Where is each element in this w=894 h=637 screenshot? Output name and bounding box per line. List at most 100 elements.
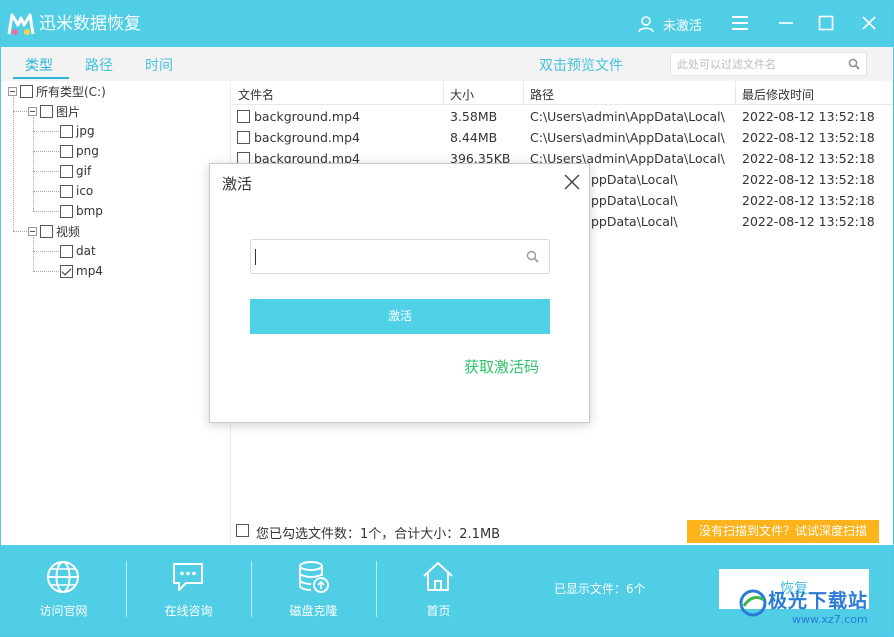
- maximize-icon: [818, 15, 834, 31]
- tree-checkbox[interactable]: [60, 204, 73, 218]
- table-row[interactable]: background.mp4 3.58MB C:\Users\admin\App…: [232, 106, 893, 127]
- database-icon: [299, 561, 329, 593]
- tree-checkbox[interactable]: [60, 164, 73, 178]
- tab-type[interactable]: 类型: [25, 55, 53, 75]
- column-divider[interactable]: [735, 81, 736, 105]
- activation-code-input[interactable]: [255, 248, 515, 266]
- tree-connector: [13, 111, 29, 112]
- tab-time[interactable]: 时间: [145, 55, 173, 75]
- cell-path: ppData\Local\: [591, 193, 678, 208]
- preview-file-link[interactable]: 双击预览文件: [539, 55, 623, 75]
- home-button[interactable]: 首页: [376, 545, 501, 636]
- tree-checkbox[interactable]: [60, 244, 73, 258]
- watermark-text: 极光下载站: [768, 590, 869, 612]
- tree-item-bmp[interactable]: bmp: [60, 202, 103, 220]
- visit-website-button[interactable]: 访问官网: [1, 545, 126, 636]
- column-divider[interactable]: [443, 81, 444, 105]
- column-header-path[interactable]: 路径: [530, 86, 554, 103]
- menu-icon: [732, 16, 748, 30]
- cell-modified: 2022-08-12 13:52:18: [742, 151, 875, 166]
- tree-item-png[interactable]: png: [60, 142, 99, 160]
- nav-label: 访问官网: [39, 604, 88, 618]
- table-row[interactable]: background.mp4 8.44MB C:\Users\admin\App…: [232, 127, 893, 148]
- home-icon: [423, 562, 453, 591]
- tree-group-video[interactable]: 视频: [28, 222, 80, 240]
- select-all-checkbox[interactable]: [236, 524, 249, 537]
- selection-summary: 您已勾选文件数：1个，合计大小：2.1MB: [256, 527, 501, 542]
- column-header-name[interactable]: 文件名: [238, 86, 274, 103]
- collapse-icon[interactable]: [28, 226, 37, 236]
- tree-checkbox[interactable]: [40, 224, 53, 238]
- dialog-title: 激活: [222, 175, 253, 193]
- row-checkbox[interactable]: [237, 131, 250, 144]
- filter-field[interactable]: [670, 52, 867, 76]
- close-button[interactable]: [858, 12, 880, 34]
- cell-modified: 2022-08-12 13:52:18: [742, 109, 875, 124]
- tree-connector: [33, 251, 59, 252]
- tree-root[interactable]: 所有类型(C:): [8, 82, 106, 100]
- get-activation-code-link[interactable]: 获取激活码: [464, 356, 539, 377]
- activate-button[interactable]: 激活: [250, 299, 550, 334]
- collapse-icon[interactable]: [8, 86, 17, 96]
- app-title: 迅米数据恢复: [39, 14, 141, 34]
- tree-connector: [13, 231, 29, 232]
- disk-clone-button[interactable]: 磁盘克隆: [251, 545, 376, 636]
- tree-checkbox[interactable]: [20, 84, 33, 98]
- minimize-button[interactable]: [775, 12, 797, 34]
- tree-checkbox[interactable]: [60, 124, 73, 138]
- filter-input[interactable]: [677, 56, 842, 72]
- tree-item-label: ico: [76, 184, 94, 198]
- collapse-icon[interactable]: [28, 106, 37, 116]
- column-header-modified[interactable]: 最后修改时间: [742, 86, 814, 103]
- deep-scan-button[interactable]: 没有扫描到文件？试试深度扫描: [687, 520, 879, 543]
- tree-group-images[interactable]: 图片: [28, 102, 80, 120]
- search-icon[interactable]: [848, 58, 860, 70]
- tree-item-label: dat: [76, 244, 96, 258]
- row-checkbox[interactable]: [237, 110, 250, 123]
- tab-path[interactable]: 路径: [85, 55, 113, 75]
- dialog-close-icon[interactable]: [562, 172, 582, 192]
- menu-button[interactable]: [729, 12, 751, 34]
- tree-connector: [33, 237, 34, 271]
- globe-icon: [47, 561, 79, 593]
- column-divider[interactable]: [523, 81, 524, 105]
- cell-size: 8.44MB: [450, 130, 498, 145]
- close-icon: [862, 16, 876, 30]
- tree-item-dat[interactable]: dat: [60, 242, 96, 260]
- tree-connector: [13, 97, 14, 231]
- title-bar: 迅米数据恢复 未激活: [1, 1, 893, 47]
- shown-file-count: 已显示文件：6个: [554, 582, 646, 596]
- tree-connector: [33, 131, 59, 132]
- active-tab-indicator: [13, 77, 69, 79]
- maximize-button[interactable]: [815, 12, 837, 34]
- tree-checkbox[interactable]: [60, 144, 73, 158]
- watermark-url: www.xz7.com: [792, 613, 868, 626]
- search-icon[interactable]: [526, 250, 539, 263]
- tree-item-label: png: [76, 144, 99, 158]
- watermark-logo-icon: [739, 589, 767, 617]
- activation-code-field[interactable]: [250, 239, 550, 274]
- selection-status-bar: 您已勾选文件数：1个，合计大小：2.1MB 没有扫描到文件？试试深度扫描: [232, 519, 893, 545]
- tree-item-mp4[interactable]: mp4: [60, 262, 103, 280]
- activation-dialog: 激活 激活 获取激活码: [209, 163, 590, 423]
- app-logo-icon: [7, 13, 35, 35]
- tree-item-jpg[interactable]: jpg: [60, 122, 95, 140]
- tree-checkbox-checked[interactable]: [60, 264, 73, 278]
- tree-connector: [33, 151, 59, 152]
- tree-connector: [33, 211, 59, 212]
- app-window: 迅米数据恢复 未激活 类型 路径 时间 双击预览文件 此处可以过滤文件名 所有类…: [0, 0, 894, 637]
- column-header-size[interactable]: 大小: [450, 86, 474, 103]
- nav-label: 磁盘克隆: [289, 604, 338, 618]
- tree-checkbox[interactable]: [40, 104, 53, 118]
- chat-icon: [173, 563, 203, 591]
- tree-item-label: bmp: [76, 204, 103, 218]
- online-consult-button[interactable]: 在线咨询: [126, 545, 251, 636]
- nav-label: 首页: [426, 604, 451, 618]
- cell-path: C:\Users\admin\AppData\Local\: [530, 130, 725, 145]
- tree-item-gif[interactable]: gif: [60, 162, 91, 180]
- cell-name: background.mp4: [254, 109, 360, 124]
- user-account[interactable]: 未激活: [637, 14, 702, 34]
- cell-modified: 2022-08-12 13:52:18: [742, 193, 875, 208]
- tree-checkbox[interactable]: [60, 184, 73, 198]
- tree-item-ico[interactable]: ico: [60, 182, 93, 200]
